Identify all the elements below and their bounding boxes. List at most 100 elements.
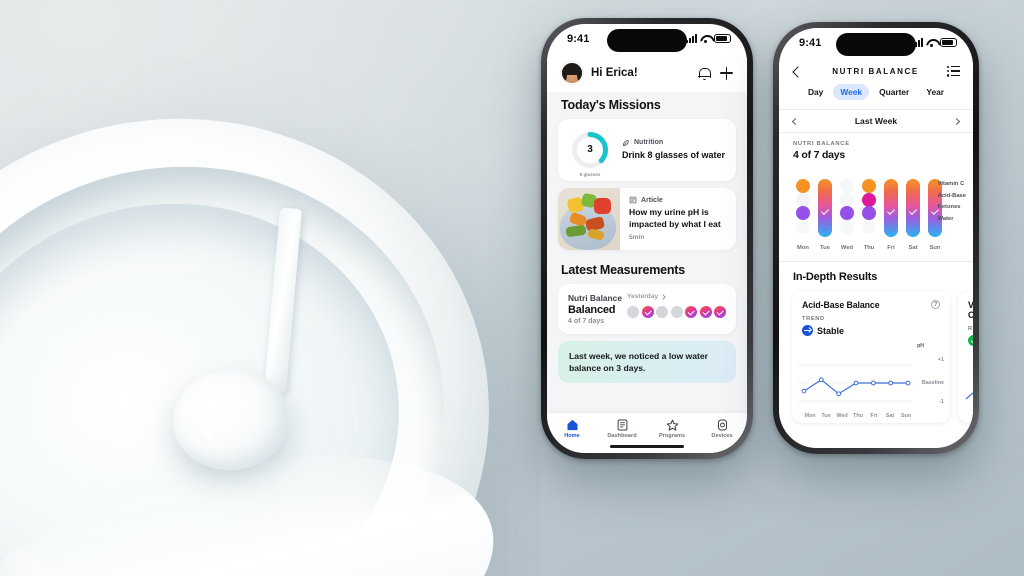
in-depth-title: In-Depth Results — [793, 271, 878, 283]
chevron-right-icon[interactable] — [952, 117, 961, 125]
segment-year[interactable]: Year — [919, 84, 951, 100]
bar-x-label: Sun — [929, 245, 941, 251]
line-x-label: Sun — [900, 413, 912, 419]
water-progress-caption: 8 glasses — [579, 172, 601, 177]
article-tag-label: Article — [641, 196, 663, 204]
wifi-icon — [926, 38, 937, 47]
balanced-bar — [818, 179, 832, 237]
line-x-label: Fri — [870, 413, 878, 419]
segment-quarter[interactable]: Quarter — [872, 84, 916, 100]
plus-icon[interactable] — [720, 66, 733, 80]
in-depth-card-vitamin-c[interactable]: Vitamin C RESULT Mo — [958, 291, 973, 423]
article-text: Article How my urine pH is impacted by w… — [620, 188, 736, 250]
weekly-dots — [627, 306, 726, 318]
marker-ketones — [840, 206, 854, 220]
segment-day[interactable]: Day — [801, 84, 830, 100]
card-trend — [968, 335, 973, 346]
line-marker — [870, 380, 876, 386]
tab-home[interactable]: Home — [547, 418, 597, 439]
card-header: Acid-Base Balance ? — [802, 300, 940, 310]
article-card[interactable]: Article How my urine pH is impacted by w… — [558, 188, 736, 250]
measurement-name: Nutri Balance — [568, 293, 622, 303]
bar-x-label: Mon — [797, 245, 809, 251]
legend-item: Acid-Base — [937, 192, 966, 199]
week-navigator[interactable]: Last Week — [779, 109, 973, 133]
weekly-dot — [714, 306, 726, 318]
bar-x-labels: Mon Tue Wed Thu Fri Sat Sun — [789, 245, 963, 251]
balanced-bar — [884, 179, 898, 237]
check-icon — [909, 207, 917, 215]
line-x-label: Sat — [885, 413, 895, 419]
status-time: 9:41 — [799, 37, 822, 49]
marker-acid-base — [840, 192, 854, 207]
question-mark-icon[interactable]: ? — [931, 300, 940, 309]
dashboard-icon — [617, 418, 628, 431]
page-title: NUTRI BALANCE — [832, 66, 919, 76]
home-header: Hi Erica! — [547, 58, 747, 92]
summary-header: NUTRI BALANCE 4 of 7 days — [779, 133, 973, 163]
chevron-left-icon[interactable] — [791, 117, 800, 125]
insight-banner: Last week, we noticed a low water balanc… — [558, 341, 736, 384]
bar-column-thu — [858, 175, 880, 241]
measurements-section-title: Latest Measurements — [561, 263, 686, 277]
measurement-date-row: Yesterday — [627, 293, 726, 300]
bell-icon[interactable] — [698, 67, 711, 80]
water-progress-ring: 3 8 glasses — [568, 128, 612, 177]
article-title: How my urine pH is impacted by what I ea… — [629, 207, 721, 229]
home-scroll[interactable]: Today's Missions 3 8 glasses Nutrition D… — [547, 92, 747, 384]
article-readtime: 5min — [629, 234, 645, 242]
home-body: Hi Erica! Today's Missions 3 8 glasses N… — [547, 58, 747, 453]
home-indicator — [610, 444, 684, 448]
wifi-icon — [700, 34, 711, 43]
nutrition-icon — [622, 139, 630, 147]
header-actions — [698, 66, 733, 80]
star-icon — [666, 418, 679, 431]
check-badge-icon — [968, 335, 973, 346]
y-label-minus1: -1 — [939, 399, 944, 405]
tab-programs-label: Programs — [658, 433, 686, 439]
card-title: Acid-Base Balance — [802, 300, 880, 310]
bar-column-mon — [792, 175, 814, 241]
tab-dashboard[interactable]: Dashboard — [597, 418, 647, 439]
battery-icon — [940, 38, 957, 47]
marker-water — [840, 219, 854, 234]
greeting-text: Hi Erica! — [591, 67, 638, 79]
measurement-info: Nutri Balance Balanced 4 of 7 days — [568, 293, 627, 325]
mission-title: Drink 8 glasses of water — [622, 149, 726, 160]
sensor-highlight — [202, 432, 211, 438]
mission-text: Nutrition Drink 8 glasses of water — [622, 139, 726, 162]
phone-nutri-balance-screen: 9:41 NUTRI BALANCE DayWeekQuarterYear — [773, 22, 979, 454]
line-marker — [801, 388, 807, 394]
list-menu-icon[interactable] — [947, 65, 960, 77]
avatar[interactable] — [561, 62, 583, 84]
measurement-card-nutri-balance[interactable]: Nutri Balance Balanced 4 of 7 days Yeste… — [558, 284, 736, 334]
marker-ketones — [796, 206, 810, 220]
marker-water — [862, 219, 876, 234]
article-icon — [629, 196, 637, 204]
segment-week[interactable]: Week — [833, 84, 870, 100]
chevron-right-icon — [660, 293, 667, 300]
weekly-dot — [656, 306, 668, 318]
in-depth-card-strip[interactable]: Acid-Base Balance ? TREND Stable pH +1 B… — [779, 291, 973, 423]
bar-x-label: Sat — [908, 245, 918, 251]
period-segmented-control[interactable]: Day Week Quarter Year — [779, 84, 973, 109]
phone-screen: 9:41 NUTRI BALANCE DayWeekQuarterYear — [779, 28, 973, 448]
tab-devices[interactable]: Devices — [697, 418, 747, 439]
bar-column-wed — [836, 175, 858, 241]
nutri-balance-bar-chart: Mon Tue Wed Thu Fri Sat Sun Vitamin C Acid-Base… — [779, 163, 973, 255]
measurement-date: Yesterday — [627, 293, 659, 300]
marker-vitamin-c — [840, 179, 854, 193]
bar-column-fri — [880, 175, 902, 241]
mission-card-water[interactable]: 3 8 glasses Nutrition Drink 8 glasses of… — [558, 119, 736, 181]
line-x-label: Thu — [853, 413, 863, 419]
back-arrow-icon[interactable] — [792, 65, 804, 77]
nutri-balance-body: NUTRI BALANCE Day Week Quarter Year Last We… — [779, 62, 973, 448]
summary-value: 4 of 7 days — [793, 149, 846, 161]
tab-programs[interactable]: Programs — [647, 418, 697, 439]
tab-devices-label: Devices — [711, 433, 733, 439]
in-depth-card-acid-base[interactable]: Acid-Base Balance ? TREND Stable pH +1 B… — [792, 291, 950, 423]
dynamic-island — [607, 29, 687, 52]
week-label: Last Week — [854, 116, 898, 126]
vitamin-line-chart: Mo — [964, 355, 973, 419]
phone-home-screen: 9:41 Hi Erica! Today's Missions 3 8 glas… — [541, 18, 753, 459]
